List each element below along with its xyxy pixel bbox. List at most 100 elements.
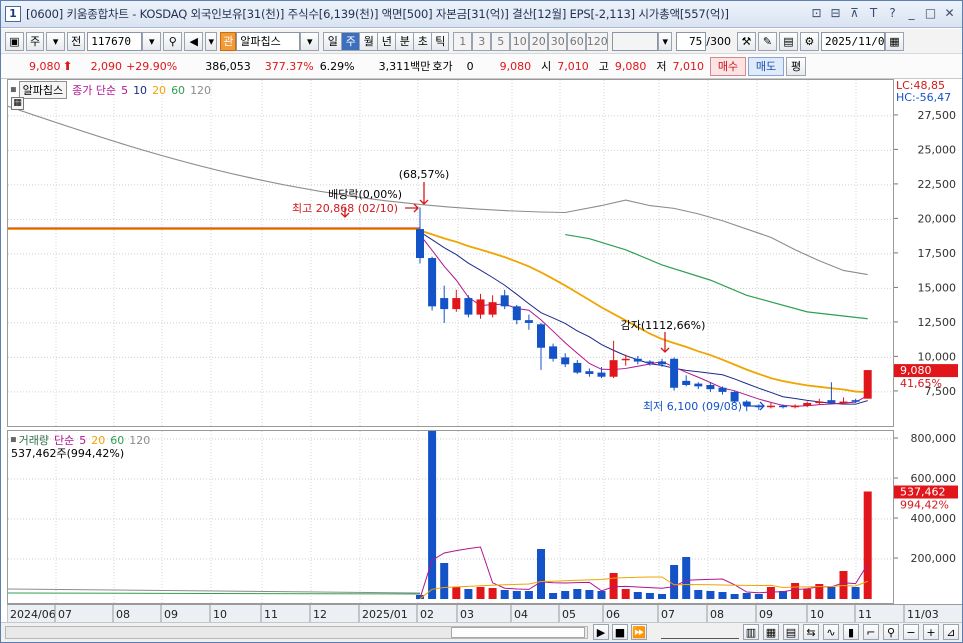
volume-chart-panel[interactable]: ◾ 거래량 단순 5 20 60 120 537,462주(994,42%) xyxy=(7,409,894,604)
name-dropdown-icon[interactable]: ▾ xyxy=(300,31,320,51)
duplicate-icon[interactable]: ⊟ xyxy=(827,5,844,22)
interval-120[interactable]: 120 xyxy=(586,31,609,51)
step-icon[interactable]: ⌐ xyxy=(863,624,879,640)
scroll-bar[interactable]: ▶ ■ ⏩ ▥ ▦ ▤ ⇆ ∿ ▮ ⌐ ⚲ − + ⊿ xyxy=(1,622,962,642)
close-button[interactable]: ✕ xyxy=(941,5,958,22)
legend-stock-name[interactable]: 알파칩스 xyxy=(18,81,68,99)
code-dropdown-icon[interactable]: ▾ xyxy=(142,31,162,51)
interval-30[interactable]: 30 xyxy=(548,31,568,51)
count-input[interactable]: 75 xyxy=(676,31,707,51)
stock-code-input[interactable]: 117670 xyxy=(87,31,143,51)
help-icon[interactable]: ? xyxy=(884,5,901,22)
zoom-in-icon[interactable]: + xyxy=(923,624,939,640)
candle-body xyxy=(815,401,824,404)
layout-icon[interactable]: ▣ xyxy=(5,31,24,51)
capital-reduction-annotation: 감자(1112,66%) xyxy=(621,319,706,332)
chevron-down-icon[interactable]: ▾ xyxy=(46,31,66,51)
volume-bar xyxy=(440,563,449,599)
zoom-slider[interactable] xyxy=(661,626,739,639)
quote-price: 9,080 xyxy=(29,59,61,73)
x-tick-label: 06 xyxy=(606,608,620,621)
candle-body xyxy=(464,298,473,315)
fast-forward-icon[interactable]: ⏩ xyxy=(631,624,647,640)
save-icon[interactable]: ▤ xyxy=(778,31,798,51)
table-view-icon[interactable]: ▦ xyxy=(11,97,24,110)
legend-ma20[interactable]: 20 xyxy=(152,84,166,97)
sell-button[interactable]: 매도 xyxy=(748,56,784,76)
buy-button[interactable]: 매수 xyxy=(710,56,746,76)
flat-button[interactable]: 평 xyxy=(786,56,806,76)
minimize-button[interactable]: _ xyxy=(903,5,920,22)
price-tick-label: 15,000 xyxy=(918,281,957,294)
period-day[interactable]: 일 xyxy=(323,31,342,51)
sound-icon[interactable]: ◀ xyxy=(184,31,204,51)
indicator-icon[interactable]: ⚒ xyxy=(736,31,756,51)
watch-badge[interactable]: 관 xyxy=(220,31,237,51)
legend-vol-ma120[interactable]: 120 xyxy=(129,434,150,447)
legend-ma60[interactable]: 60 xyxy=(171,84,185,97)
expand-icon[interactable]: ⊿ xyxy=(943,624,959,640)
interval-20[interactable]: 20 xyxy=(529,31,549,51)
candle-body xyxy=(500,295,509,307)
vol-ma5-line xyxy=(419,546,869,599)
sound-dropdown-icon[interactable]: ▾ xyxy=(205,31,218,51)
price-chart-panel[interactable]: 배당락(0,00%) 최고 20,868 (02/10) (68,57%) 감자(11… xyxy=(7,79,894,427)
x-tick-label: 04 xyxy=(514,608,528,621)
period-minute[interactable]: 분 xyxy=(395,31,414,51)
volume-bar xyxy=(609,573,618,599)
grid-view-icon[interactable]: ▦ xyxy=(763,624,779,640)
window-title: [0600] 키움종합차트 - KOSDAQ 외국인보유[31(천)] 주식수[… xyxy=(26,7,729,21)
period-week[interactable]: 주 xyxy=(341,31,360,51)
period-month[interactable]: 월 xyxy=(359,31,378,51)
gear-icon[interactable]: ⚙ xyxy=(799,31,819,51)
candle-body xyxy=(682,380,691,385)
volume-bar xyxy=(730,594,739,599)
stop-icon[interactable]: ■ xyxy=(612,624,628,640)
period-tick[interactable]: 틱 xyxy=(431,31,450,51)
stock-name-field[interactable]: 알파칩스 xyxy=(236,31,301,51)
font-icon[interactable]: T xyxy=(865,5,882,22)
legend-ma10[interactable]: 10 xyxy=(133,84,147,97)
x-tick-label: 09 xyxy=(164,608,178,621)
split-view-icon[interactable]: ▤ xyxy=(783,624,799,640)
interval-dropdown-icon[interactable]: ▾ xyxy=(658,31,673,51)
interval-custom-input[interactable] xyxy=(612,31,659,51)
low-annotation: 최저 6,100 (09/08) xyxy=(643,400,742,413)
candle-body xyxy=(670,358,679,388)
candle-body xyxy=(537,324,545,348)
maximize-button[interactable]: □ xyxy=(922,5,939,22)
play-icon[interactable]: ▶ xyxy=(593,624,609,640)
window-number-icon[interactable]: 1 xyxy=(5,6,21,22)
volume-axis: 800,000 600,000 400,000 200,000 537,462 994,4… xyxy=(894,430,962,604)
prev-button[interactable]: 전 xyxy=(67,31,86,51)
hoga-label: 호가 xyxy=(432,60,453,73)
zoom-search-icon[interactable]: ⚲ xyxy=(883,624,899,640)
date-input[interactable]: 2025/11/03 xyxy=(820,31,891,51)
volume-chart-canvas[interactable] xyxy=(7,409,893,603)
candle-body xyxy=(561,357,570,365)
interval-3[interactable]: 3 xyxy=(472,31,492,51)
candle-view-icon[interactable]: ▥ xyxy=(743,624,759,640)
link-icon[interactable]: ⊡ xyxy=(808,5,825,22)
pin-icon[interactable]: ⊼ xyxy=(846,5,863,22)
volume-bar xyxy=(827,587,836,599)
interval-1[interactable]: 1 xyxy=(453,31,473,51)
line-chart-icon[interactable]: ∿ xyxy=(823,624,839,640)
period-year[interactable]: 년 xyxy=(377,31,396,51)
price-chart-canvas[interactable]: 배당락(0,00%)최고 20,868 (02/10)(68,57%)감자(11… xyxy=(7,80,893,426)
legend-ma5[interactable]: 5 xyxy=(121,84,128,97)
draw-icon[interactable]: ✎ xyxy=(757,31,777,51)
bar-view-icon[interactable]: ▮ xyxy=(843,624,859,640)
search-icon[interactable]: ⚲ xyxy=(163,31,183,51)
period-second[interactable]: 초 xyxy=(413,31,432,51)
compare-icon[interactable]: ⇆ xyxy=(803,624,819,640)
current-price: 9,080 xyxy=(499,59,532,73)
calendar-icon[interactable]: ▦ xyxy=(884,31,904,51)
scroll-thumb[interactable] xyxy=(451,627,585,638)
interval-5[interactable]: 5 xyxy=(491,31,511,51)
interval-10[interactable]: 10 xyxy=(510,31,530,51)
mode-select[interactable]: 주 xyxy=(26,31,45,51)
zoom-out-icon[interactable]: − xyxy=(903,624,919,640)
legend-ma120[interactable]: 120 xyxy=(190,84,211,97)
interval-60[interactable]: 60 xyxy=(567,31,587,51)
